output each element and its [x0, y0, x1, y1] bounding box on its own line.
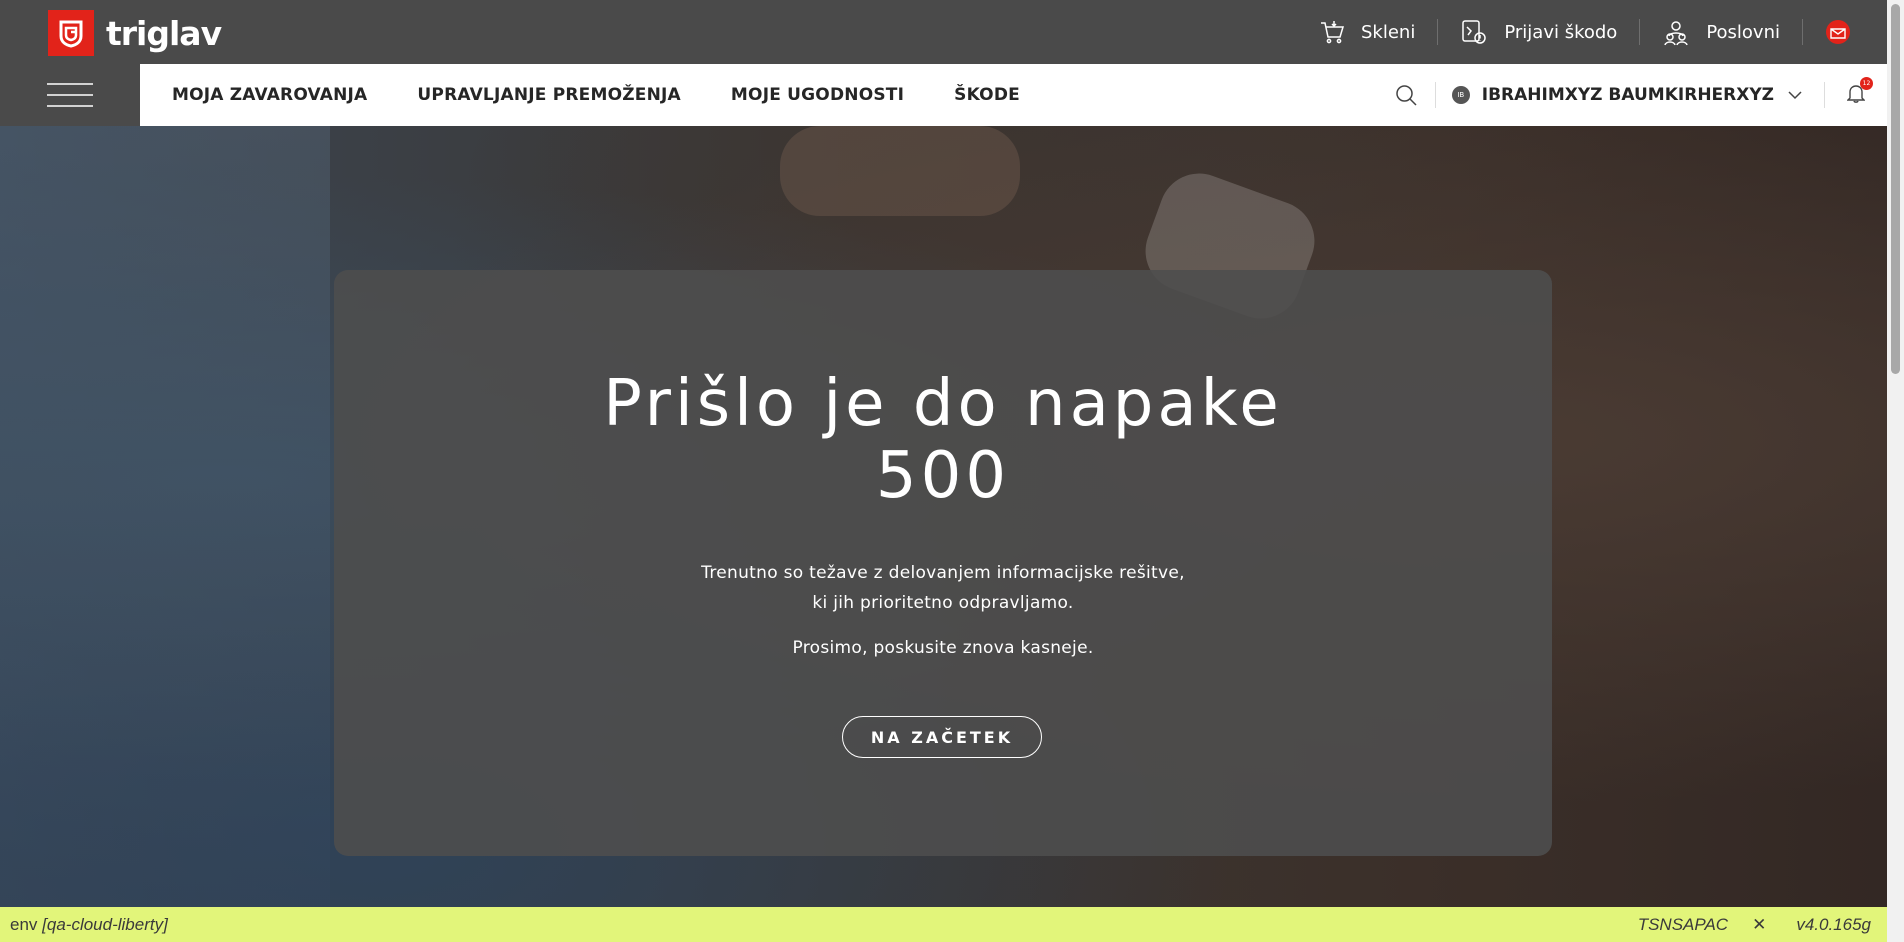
main-navbar: MOJA ZAVAROVANJA UPRAVLJANJE PREMOŽENJA …: [140, 64, 1887, 126]
error-card: Prišlo je do napake 500 Trenutno so teža…: [334, 270, 1552, 856]
topnav-poslovni[interactable]: Poslovni: [1640, 0, 1802, 64]
top-bar: triglav Skleni Prijavi škodo Poslovni: [0, 0, 1887, 64]
error-title-line1: Prišlo je do napake: [603, 367, 1283, 441]
cart-icon: [1321, 21, 1345, 44]
error-code: 500: [875, 439, 1011, 513]
env-info: env [qa-cloud-liberty]: [10, 915, 168, 935]
nav-moja-zavarovanja[interactable]: MOJA ZAVAROVANJA: [172, 85, 367, 105]
topnav-skleni[interactable]: Skleni: [1297, 0, 1437, 64]
scrollbar-thumb[interactable]: [1891, 4, 1900, 374]
error-retry-message: Prosimo, poskusite znova kasneje.: [792, 638, 1094, 658]
nav-moje-ugodnosti[interactable]: MOJE UGODNOSTI: [731, 85, 904, 105]
mail-button[interactable]: [1803, 0, 1867, 64]
chevron-down-icon: [1788, 91, 1802, 100]
error-message-line1: Trenutno so težave z delovanjem informac…: [701, 563, 1185, 583]
main-nav: MOJA ZAVAROVANJA UPRAVLJANJE PREMOŽENJA …: [172, 64, 1070, 126]
error-message-line2: ki jih prioritetno odpravljamo.: [812, 593, 1074, 613]
nav-upravljanje-premozenja[interactable]: UPRAVLJANJE PREMOŽENJA: [417, 85, 681, 105]
topnav-skleni-label: Skleni: [1361, 21, 1416, 43]
search-button[interactable]: [1377, 84, 1435, 106]
topnav-prijavi-label: Prijavi škodo: [1504, 21, 1618, 43]
nav-skode[interactable]: ŠKODE: [954, 85, 1020, 105]
users-icon: [1664, 21, 1689, 46]
notification-badge: 12: [1860, 77, 1873, 90]
topnav-prijavi-skodo[interactable]: Prijavi škodo: [1438, 0, 1639, 64]
claim-icon: [1462, 20, 1487, 44]
env-version: v4.0.165g: [1796, 914, 1871, 934]
mail-icon: [1826, 20, 1850, 44]
hamburger-icon: [47, 83, 93, 107]
triglav-logo-icon: [48, 10, 94, 56]
env-bar: env [qa-cloud-liberty] TSNSAPAC ✕ v4.0.1…: [0, 907, 1887, 942]
hamburger-menu-button[interactable]: [0, 64, 140, 126]
brand-name: triglav: [106, 13, 222, 53]
triglav-logo[interactable]: triglav: [48, 10, 222, 56]
top-nav: Skleni Prijavi škodo Poslovni: [1297, 0, 1867, 64]
error-title: Prišlo je do napake 500: [334, 368, 1552, 512]
notifications-button[interactable]: 12: [1825, 77, 1887, 107]
user-menu[interactable]: IB IBRAHIMXYZ BAUMKIRHERXYZ: [1436, 85, 1824, 105]
env-code: TSNSAPAC: [1637, 914, 1729, 934]
env-right: TSNSAPAC ✕ v4.0.165g: [1638, 915, 1871, 935]
close-icon[interactable]: ✕: [1752, 915, 1766, 935]
home-button[interactable]: NA ZAČETEK: [842, 716, 1042, 758]
env-name: [qa-cloud-liberty]: [42, 914, 168, 934]
scrollbar[interactable]: [1887, 0, 1904, 942]
error-message: Trenutno so težave z delovanjem informac…: [334, 558, 1552, 618]
user-name: IBRAHIMXYZ BAUMKIRHERXYZ: [1481, 85, 1774, 105]
topnav-poslovni-label: Poslovni: [1706, 21, 1780, 43]
env-label: env: [10, 914, 38, 934]
nav-right: IB IBRAHIMXYZ BAUMKIRHERXYZ 12: [1377, 64, 1887, 126]
avatar: IB: [1451, 86, 1470, 104]
search-icon: [1396, 85, 1417, 106]
